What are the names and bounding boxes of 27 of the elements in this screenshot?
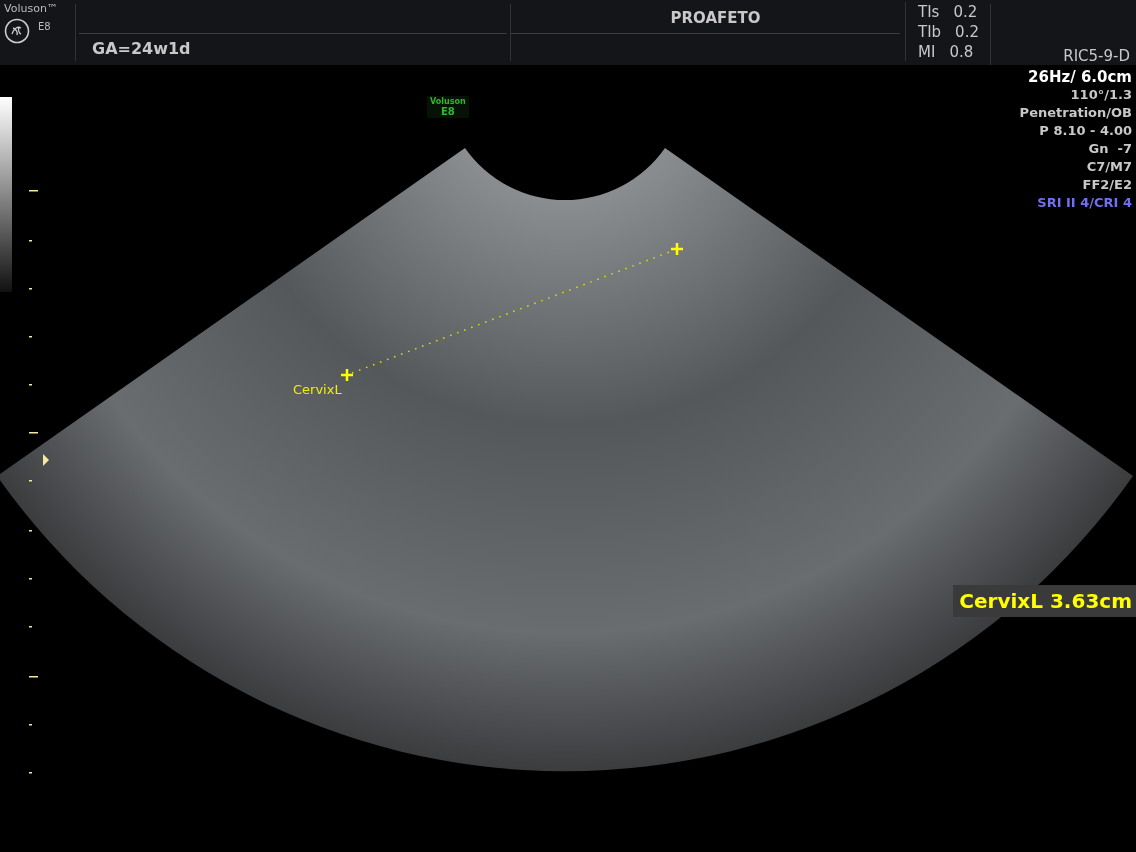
focus-marker-icon — [43, 454, 49, 466]
index-value: 0.2 — [953, 2, 978, 22]
scan-parameter: FF2/E2 — [1081, 176, 1132, 194]
index-label: MI — [918, 42, 936, 62]
scan-parameter: Penetration/OB — [1018, 104, 1132, 122]
brand-name: Voluson™ — [4, 2, 59, 15]
caliper-icon — [339, 367, 355, 383]
scan-parameter: C7/M7 — [1085, 158, 1132, 176]
index-value: 0.2 — [955, 22, 979, 42]
scan-parameter: P 8.10 - 4.00 — [1038, 122, 1132, 140]
scan-parameter: SRI II 4/CRI 4 — [1036, 194, 1132, 212]
scan-parameter: 26Hz/ 6.0cm — [1027, 68, 1132, 86]
scan-parameter: Gn -7 — [1087, 140, 1132, 158]
measurement-label: CervixL — [293, 382, 342, 397]
ge-logo-icon — [4, 18, 30, 44]
badge-brand: Voluson — [430, 97, 466, 106]
scan-parameter: 110°/1.3 — [1069, 86, 1132, 104]
patient-name: PROAFETO — [669, 8, 761, 29]
index-label: TIb — [918, 22, 942, 42]
model-name: E8 — [38, 21, 51, 32]
gestational-age: GA=24w1d — [91, 38, 192, 58]
index-label: TIs — [918, 2, 940, 22]
badge-model: E8 — [440, 106, 455, 117]
caliper-icon — [669, 241, 685, 257]
measurement-result: CervixL 3.63cm — [953, 585, 1136, 617]
probe-name: RIC5-9-D — [1063, 47, 1130, 65]
index-value: 0.8 — [949, 42, 974, 62]
